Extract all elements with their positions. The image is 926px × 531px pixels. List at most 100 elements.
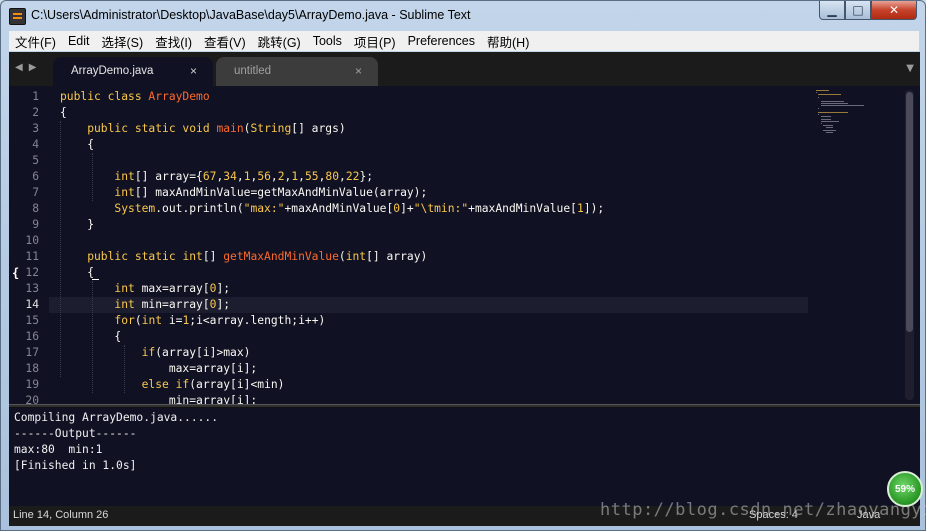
menu-item[interactable]: Preferences [402,34,481,48]
code-token: { [60,106,67,119]
tab-nav-arrows[interactable]: ◀▶ [15,62,42,73]
code-token: , [339,170,346,183]
minimap-line [818,107,819,109]
code-token: int [345,250,367,263]
code-token: , [298,170,305,183]
minimap-line [816,90,830,91]
code-line[interactable]: { [60,105,67,121]
code-token: +maxAndMinValue[ [284,202,394,215]
code-token: { [60,138,95,151]
tab-arraydemo[interactable]: ArrayDemo.java × [53,57,213,86]
code-token: 1 [576,202,584,215]
code-token: { [60,266,95,279]
code-token: int [114,298,135,311]
line-number: 1 [32,90,39,103]
minimap-line [820,118,831,120]
minimap-line [816,92,817,94]
line-number: 11 [25,250,39,263]
tab-untitled[interactable]: untitled × [216,57,378,86]
tab-label: untitled [234,65,272,77]
tab-close-icon[interactable]: × [355,64,362,78]
code-line[interactable]: if(array[i]>max) [60,345,251,361]
menu-item[interactable]: 选择(S) [96,32,150,51]
tab-close-icon[interactable]: × [190,64,197,78]
line-number: 5 [32,154,39,167]
code-line[interactable]: max=array[i]; [60,361,257,377]
menu-item[interactable]: 查看(V) [198,32,252,51]
code-line[interactable]: { [60,137,94,153]
app-window: C:\Users\Administrator\Desktop\JavaBase\… [0,0,926,531]
tab-list-dropdown-icon[interactable]: ▼ [906,63,914,74]
minimap-line [818,96,819,98]
code-token: int [114,186,135,199]
code-line[interactable]: System.out.println("max:"+maxAndMinValue… [60,201,604,217]
code-line[interactable]: { [60,265,94,281]
line-number: 8 [32,202,39,215]
code-line[interactable]: int[] maxAndMinValue=getMaxAndMinValue(a… [60,185,427,201]
code-editor[interactable]: 1 2 3 4 5 6 7 8 9 10 11 12{13 14 15 16 17 18 19 20 public … [9,86,920,404]
code-token: ArrayDemo [148,90,210,103]
menu-bar: 文件(F) Edit 选择(S) 查找(I) 查看(V) 跳转(G) Tools 项目(P) P… [9,31,919,51]
line-number: 2 [32,106,39,119]
code-token: ]); [583,202,605,215]
minimap-line [820,103,849,105]
menu-item[interactable]: 项目(P) [348,32,402,51]
code-line[interactable]: public static int[] getMaxAndMinValue(in… [60,249,427,265]
indent-guide [60,121,61,377]
code-line[interactable]: } [60,217,94,233]
code-token: int [114,170,135,183]
line-number: 4 [32,138,39,151]
code-token: [] maxAndMinValue=getMaxAndMinValue(arra… [134,186,428,199]
code-token: String [250,122,292,135]
code-token: int [182,250,203,263]
tab-next-icon[interactable]: ▶ [29,62,43,73]
code-token: public static [60,250,183,263]
menu-item[interactable]: 跳转(G) [252,32,307,51]
menu-item[interactable]: 文件(F) [9,32,62,51]
code-token: ]+ [400,202,414,215]
code-line[interactable]: for(int i=1;i<array.length;i++) [60,313,325,329]
minimap-line [820,120,840,122]
code-token: else if [141,378,190,391]
code-line[interactable]: public static void main(String[] args) [60,121,346,137]
close-window-button[interactable]: ✕ [871,1,917,20]
line-number: 19 [25,378,39,391]
code-token: 34 [223,170,237,183]
build-output-panel[interactable]: Compiling ArrayDemo.java...... ------Outp… [9,408,920,506]
bracket-match-underline [92,279,99,280]
code-line[interactable]: int min=array[0]; [60,297,230,313]
maximize-button[interactable]: □ [845,1,871,20]
minimap-line [818,94,842,96]
minimize-button[interactable]: ▁ [819,1,845,20]
code-token: getMaxAndMinValue [223,250,339,263]
menu-item[interactable]: Edit [62,34,96,48]
code-token: 67 [202,170,217,183]
progress-badge: 59% [887,471,923,507]
code-token: { [60,330,122,343]
code-token: for [114,314,135,327]
code-token: 80 [325,170,340,183]
minimap[interactable] [808,86,904,146]
code-line[interactable]: public class ArrayDemo [60,89,210,105]
code-token: "\tmin:" [413,202,469,215]
tab-prev-icon[interactable]: ◀ [15,62,29,73]
line-number: 10 [25,234,39,247]
title-bar[interactable]: C:\Users\Administrator\Desktop\JavaBase\… [1,1,925,31]
minimap-line [818,112,849,113]
menu-item[interactable]: 帮助(H) [481,32,535,51]
code-token: } [60,218,95,231]
code-line[interactable]: { [60,329,121,345]
menu-item[interactable]: Tools [307,34,348,48]
line-number: 3 [32,122,39,135]
menu-item[interactable]: 查找(I) [149,32,198,51]
editor-scrollbar-thumb[interactable] [906,92,913,332]
code-line[interactable]: int[] array={67,34,1,56,2,1,55,80,22}; [60,169,373,185]
sublime-app-icon [9,8,26,25]
code-line[interactable]: min=array[i]; [60,393,257,404]
fold-marker-icon[interactable]: { [12,265,19,281]
code-line[interactable]: else if(array[i]<min) [60,377,285,393]
code-line[interactable]: int max=array[0]; [60,281,230,297]
